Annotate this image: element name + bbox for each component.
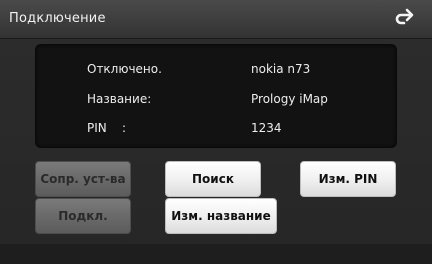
device-info-panel: Отключено. nokia n73 Название: Prology i… [35,44,397,148]
name-label: Название: [87,92,152,106]
change-name-button[interactable]: Изм. название [165,198,277,234]
page-title: Подключение [9,11,106,26]
name-row: Название: Prology iMap [35,92,397,112]
status-label: Отключено. [87,62,162,76]
back-arrow-icon [395,8,414,25]
change-pin-button[interactable]: Изм. PIN [300,161,396,197]
connect-button[interactable]: Подкл. [35,198,131,234]
own-name-value: Prology iMap [251,92,328,106]
bluetooth-connection-screen: Подключение Отключено. nokia n73 Названи… [0,0,432,264]
bottom-bar [0,244,432,264]
paired-devices-button[interactable]: Сопр. уст-ва [35,161,131,197]
pin-row: PIN : 1234 [35,121,397,141]
pin-value: 1234 [251,121,282,135]
back-button[interactable] [392,6,420,30]
pin-label: PIN : [87,121,127,135]
search-button[interactable]: Поиск [165,161,261,197]
status-row: Отключено. nokia n73 [35,62,397,82]
device-name-value: nokia n73 [251,62,311,76]
title-bar: Подключение [0,0,432,39]
